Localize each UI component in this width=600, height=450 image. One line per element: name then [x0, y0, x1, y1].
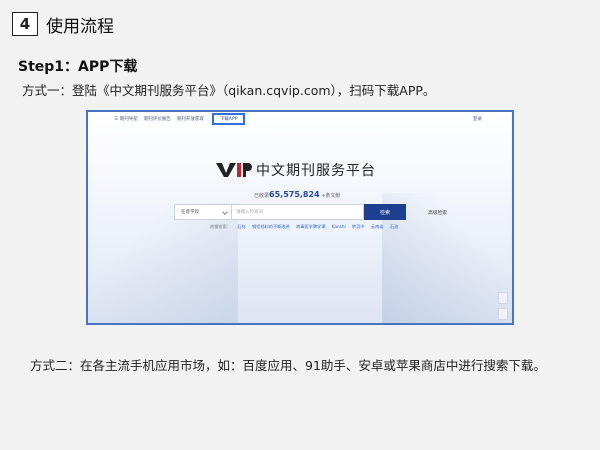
search-button[interactable]: 检索: [364, 204, 406, 220]
platform-logo: 中文期刊服务平台: [216, 160, 376, 180]
login-link[interactable]: 登录: [473, 116, 482, 122]
hot-term[interactable]: 病毒医学教学课: [296, 224, 325, 229]
count-value: 65,575,824: [269, 190, 320, 199]
back-to-top-icon[interactable]: [498, 292, 508, 304]
search-input[interactable]: 请输入检索词: [232, 204, 364, 220]
search-bar: 任意字段 请输入检索词 检索: [174, 204, 406, 220]
document-count: 已收录65,575,824 +条文献: [254, 190, 340, 199]
hot-term[interactable]: 钢铝挡料的不断改进: [252, 224, 290, 229]
hot-search-label: 热搜检索：: [210, 224, 231, 229]
nav-journal-guide[interactable]: 三 期刊导航: [114, 116, 138, 122]
count-prefix: 已收录: [254, 193, 270, 199]
search-field-select[interactable]: 任意字段: [174, 204, 232, 220]
hot-term[interactable]: 转页中: [352, 224, 365, 229]
nav-open-access[interactable]: 期刊开放获取: [177, 116, 204, 122]
count-suffix: +条文献: [321, 193, 341, 199]
advanced-search-link[interactable]: 高级检索: [428, 209, 447, 216]
section-title: 使用流程: [46, 16, 114, 37]
hot-term[interactable]: 石材: [237, 224, 245, 229]
nav-journal-report[interactable]: 期刊评价报告: [144, 116, 171, 122]
step-title: Step1：APP下载: [18, 59, 138, 75]
method-two-text: 方式二：在各主流手机应用市场，如：百度应用、91助手、安卓或苹果商店中进行搜索下…: [30, 358, 546, 373]
top-navigation: 三 期刊导航 期刊评价报告 期刊开放获取 下载APP: [88, 112, 512, 126]
feedback-icon[interactable]: [498, 308, 508, 320]
method-one-text: 方式一：登陆《中文期刊服务平台》（qikan.cqvip.com），扫码下载AP…: [22, 83, 436, 98]
platform-title: 中文期刊服务平台: [256, 163, 376, 179]
download-app-button[interactable]: 下载APP: [211, 113, 246, 125]
website-screenshot: 三 期刊导航 期刊评价报告 期刊开放获取 下载APP 登录 中文期刊服务平台 已…: [86, 110, 514, 325]
hot-term[interactable]: Kanshi: [332, 224, 346, 229]
section-number: 4: [12, 12, 38, 36]
chevron-down-icon: [222, 209, 228, 215]
section-header: 4 使用流程: [12, 10, 114, 38]
search-field-value: 任意字段: [181, 210, 199, 215]
hot-term[interactable]: 云南省: [371, 224, 384, 229]
hot-search-terms: 热搜检索： 石材 钢铝挡料的不断改进 病毒医学教学课 Kanshi 转页中 云南…: [210, 224, 403, 230]
vip-logo-icon: [216, 161, 252, 179]
hot-term[interactable]: 石油: [390, 224, 398, 229]
background-decoration: [88, 203, 238, 323]
